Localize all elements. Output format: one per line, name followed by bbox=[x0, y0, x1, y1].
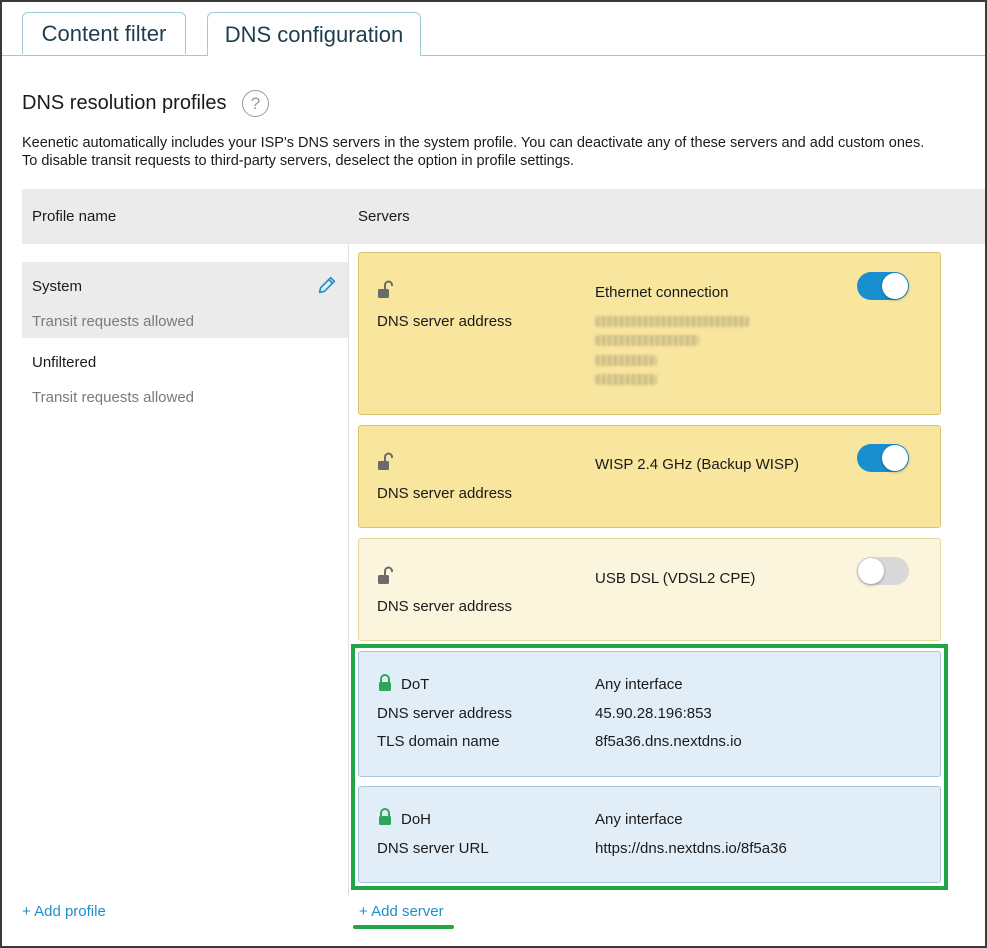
tab-content-filter[interactable]: Content filter bbox=[22, 12, 186, 54]
add-profile-link[interactable]: + Add profile bbox=[22, 903, 106, 920]
column-divider bbox=[348, 244, 349, 896]
profile-transit-status: Transit requests allowed bbox=[32, 389, 195, 406]
server-address-label: DNS server address bbox=[377, 485, 513, 502]
server-interface: WISP 2.4 GHz (Backup WISP) bbox=[595, 456, 799, 473]
pencil-icon[interactable] bbox=[316, 274, 338, 296]
section-title: DNS resolution profiles bbox=[22, 92, 227, 114]
obscured-address bbox=[595, 316, 749, 327]
profile-item-unfiltered[interactable]: Unfiltered Transit requests allowed bbox=[22, 338, 348, 414]
server-toggle[interactable] bbox=[857, 272, 909, 300]
server-address-label: DNS server address bbox=[377, 313, 513, 330]
profile-name: Unfiltered bbox=[32, 354, 97, 371]
tab-bar-divider bbox=[2, 55, 985, 56]
highlight-underline bbox=[353, 925, 454, 929]
unlocked-icon bbox=[378, 280, 393, 298]
server-toggle[interactable] bbox=[857, 444, 909, 472]
unlocked-icon bbox=[378, 566, 393, 584]
server-card-wisp[interactable]: DNS server address WISP 2.4 GHz (Backup … bbox=[358, 425, 941, 528]
server-card-ethernet[interactable]: DNS server address Ethernet connection bbox=[358, 252, 941, 415]
obscured-address bbox=[595, 335, 699, 346]
section-description: Keenetic automatically includes your ISP… bbox=[22, 134, 982, 170]
server-interface: USB DSL (VDSL2 CPE) bbox=[595, 570, 756, 587]
column-header-servers: Servers bbox=[358, 208, 410, 225]
server-interface: Ethernet connection bbox=[595, 284, 729, 301]
profile-item-system[interactable]: System Transit requests allowed bbox=[22, 262, 348, 338]
obscured-address bbox=[595, 355, 657, 366]
unlocked-icon bbox=[378, 452, 393, 470]
column-header-profile: Profile name bbox=[32, 208, 117, 225]
profile-transit-status: Transit requests allowed bbox=[32, 313, 195, 330]
description-line-1: Keenetic automatically includes your ISP… bbox=[22, 135, 925, 151]
server-toggle[interactable] bbox=[857, 557, 909, 585]
description-line-2: To disable transit requests to third-par… bbox=[22, 153, 575, 169]
question-icon[interactable]: ? bbox=[242, 90, 269, 117]
server-card-usb-dsl[interactable]: DNS server address USB DSL (VDSL2 CPE) bbox=[358, 538, 941, 641]
table-header bbox=[22, 189, 985, 244]
add-server-link[interactable]: + Add server bbox=[359, 903, 444, 920]
highlight-frame bbox=[351, 644, 948, 890]
profile-name: System bbox=[32, 278, 83, 295]
obscured-address bbox=[595, 374, 657, 385]
server-address-label: DNS server address bbox=[377, 598, 513, 615]
tab-dns-configuration[interactable]: DNS configuration bbox=[207, 12, 421, 56]
